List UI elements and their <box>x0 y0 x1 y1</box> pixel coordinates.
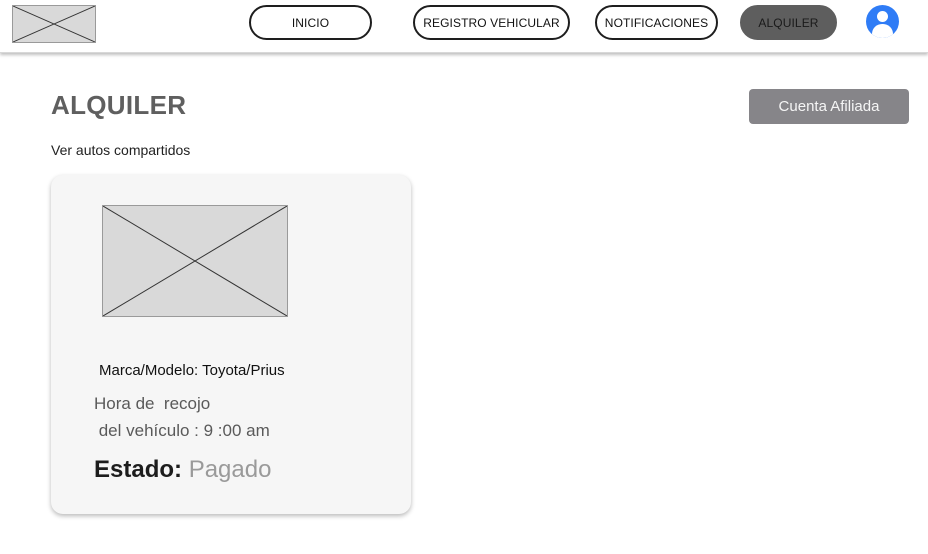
pickup-line-2: del vehículo : 9 :00 am <box>94 421 270 440</box>
logo-placeholder-icon[interactable] <box>12 5 96 43</box>
status-label: Estado: <box>94 456 183 483</box>
car-image-placeholder-icon <box>102 205 288 317</box>
avatar-body <box>872 24 893 38</box>
status-row: Estado: Pagado <box>94 456 271 484</box>
status-value: Pagado <box>188 456 272 483</box>
shared-cars-subtitle: Ver autos compartidos <box>51 142 191 158</box>
page-title: ALQUILER <box>51 90 187 120</box>
nav-registro-vehicular-button[interactable]: REGISTRO VEHICULAR <box>413 5 570 40</box>
pickup-line-1: Hora de recojo <box>94 394 211 413</box>
car-model-text: Marca/Modelo: Toyota/Prius <box>99 362 285 379</box>
nav-alquiler-button[interactable]: ALQUILER <box>740 5 837 40</box>
top-navigation-bar: INICIO REGISTRO VEHICULAR NOTIFICACIONES… <box>0 0 928 53</box>
nav-inicio-button[interactable]: INICIO <box>249 5 372 40</box>
nav-notificaciones-button[interactable]: NOTIFICACIONES <box>595 5 718 40</box>
avatar-head <box>877 11 888 22</box>
rental-card[interactable]: Marca/Modelo: Toyota/Prius Hora de recoj… <box>51 175 411 514</box>
user-avatar-icon[interactable] <box>866 5 899 38</box>
pickup-time-text: Hora de recojo del vehículo : 9 :00 am <box>94 390 270 444</box>
affiliated-account-button[interactable]: Cuenta Afiliada <box>749 89 909 124</box>
